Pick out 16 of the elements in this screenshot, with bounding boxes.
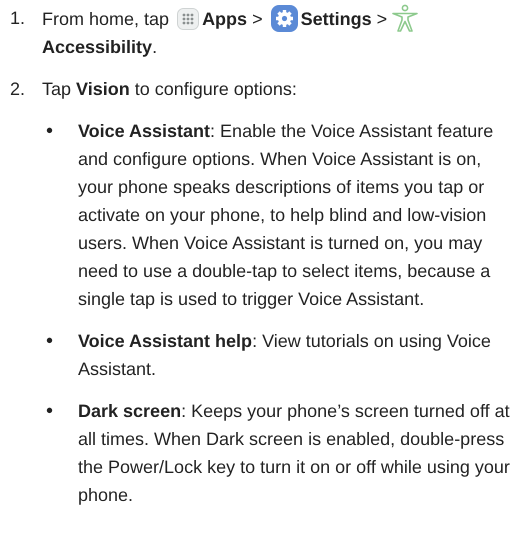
step-text: Accessibility. [42,37,158,57]
bullet-marker: • [46,119,54,144]
step-text: From home, tap [42,9,170,29]
step-text: Tap Vision to configure options: [42,79,297,99]
step-text: Settings > [300,9,388,29]
accessibility-icon [392,4,418,32]
settings-icon [270,5,298,32]
step-text: Apps > [202,9,263,29]
bullet-marker: • [46,329,54,354]
bullet-text: Voice Assistant: Enable the Voice Assistant feature and configure options. When Voice Assistant is on, your phone speaks descriptions of items you tap or activate on your phone, to help blind and low-vision users. When Voice Assistant is turned on, you may need to use a double-tap to select items, because a single tap is used to trigger Voice Assistant. [78,120,494,311]
step-number: 1. [10,7,26,30]
bullet-text: Voice Assistant help: View tutorials on using Voice Assistant. [78,330,492,381]
bullet-text: Dark screen: Keeps your phone’s screen turned off at all times. When Dark screen is enabled, double-press the Power/Lock key to turn it on or off while using your phone. [78,400,511,507]
bullet-marker: • [46,399,54,424]
apps-icon [177,8,200,30]
step-number: 2. [10,78,26,101]
